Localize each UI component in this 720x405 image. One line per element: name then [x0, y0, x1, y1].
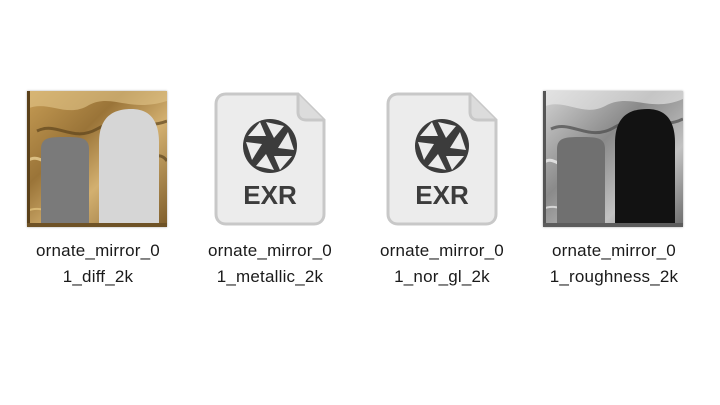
file-name-line-1: ornate_mirror_0	[380, 241, 504, 260]
exr-file-icon: EXR	[214, 92, 326, 226]
file-item-roughness[interactable]: ornate_mirror_0 1_roughness_2k	[528, 88, 700, 288]
file-name-label: ornate_mirror_0 1_metallic_2k	[184, 238, 356, 290]
thumbnail-frame: EXR	[356, 88, 528, 230]
file-grid: ornate_mirror_0 1_diff_2k EXR ornate_mir…	[0, 0, 720, 405]
thumbnail-frame: EXR	[184, 88, 356, 230]
camera-aperture-icon	[243, 119, 297, 173]
file-item-metallic[interactable]: EXR ornate_mirror_0 1_metallic_2k	[184, 88, 356, 288]
file-name-line-2: 1_nor_gl_2k	[394, 267, 490, 286]
file-name-label: ornate_mirror_0 1_nor_gl_2k	[356, 238, 528, 290]
roughness-texture-thumbnail	[543, 91, 683, 227]
file-name-label: ornate_mirror_0 1_diff_2k	[12, 238, 184, 290]
file-item-nor-gl[interactable]: EXR ornate_mirror_0 1_nor_gl_2k	[356, 88, 528, 288]
file-name-line-1: ornate_mirror_0	[208, 241, 332, 260]
file-name-line-2: 1_metallic_2k	[216, 267, 324, 286]
exr-badge-text: EXR	[415, 180, 469, 210]
camera-aperture-icon	[415, 119, 469, 173]
file-name-line-1: ornate_mirror_0	[36, 241, 160, 260]
file-name-line-2: 1_roughness_2k	[549, 267, 679, 286]
file-name-line-2: 1_diff_2k	[62, 267, 134, 286]
thumbnail-frame	[528, 88, 700, 230]
diffuse-texture-thumbnail	[27, 91, 167, 227]
exr-file-icon: EXR	[386, 92, 498, 226]
thumbnail-frame	[12, 88, 184, 230]
file-name-label: ornate_mirror_0 1_roughness_2k	[528, 238, 700, 290]
exr-badge-text: EXR	[243, 180, 297, 210]
file-item-diff[interactable]: ornate_mirror_0 1_diff_2k	[12, 88, 184, 288]
file-name-line-1: ornate_mirror_0	[552, 241, 676, 260]
